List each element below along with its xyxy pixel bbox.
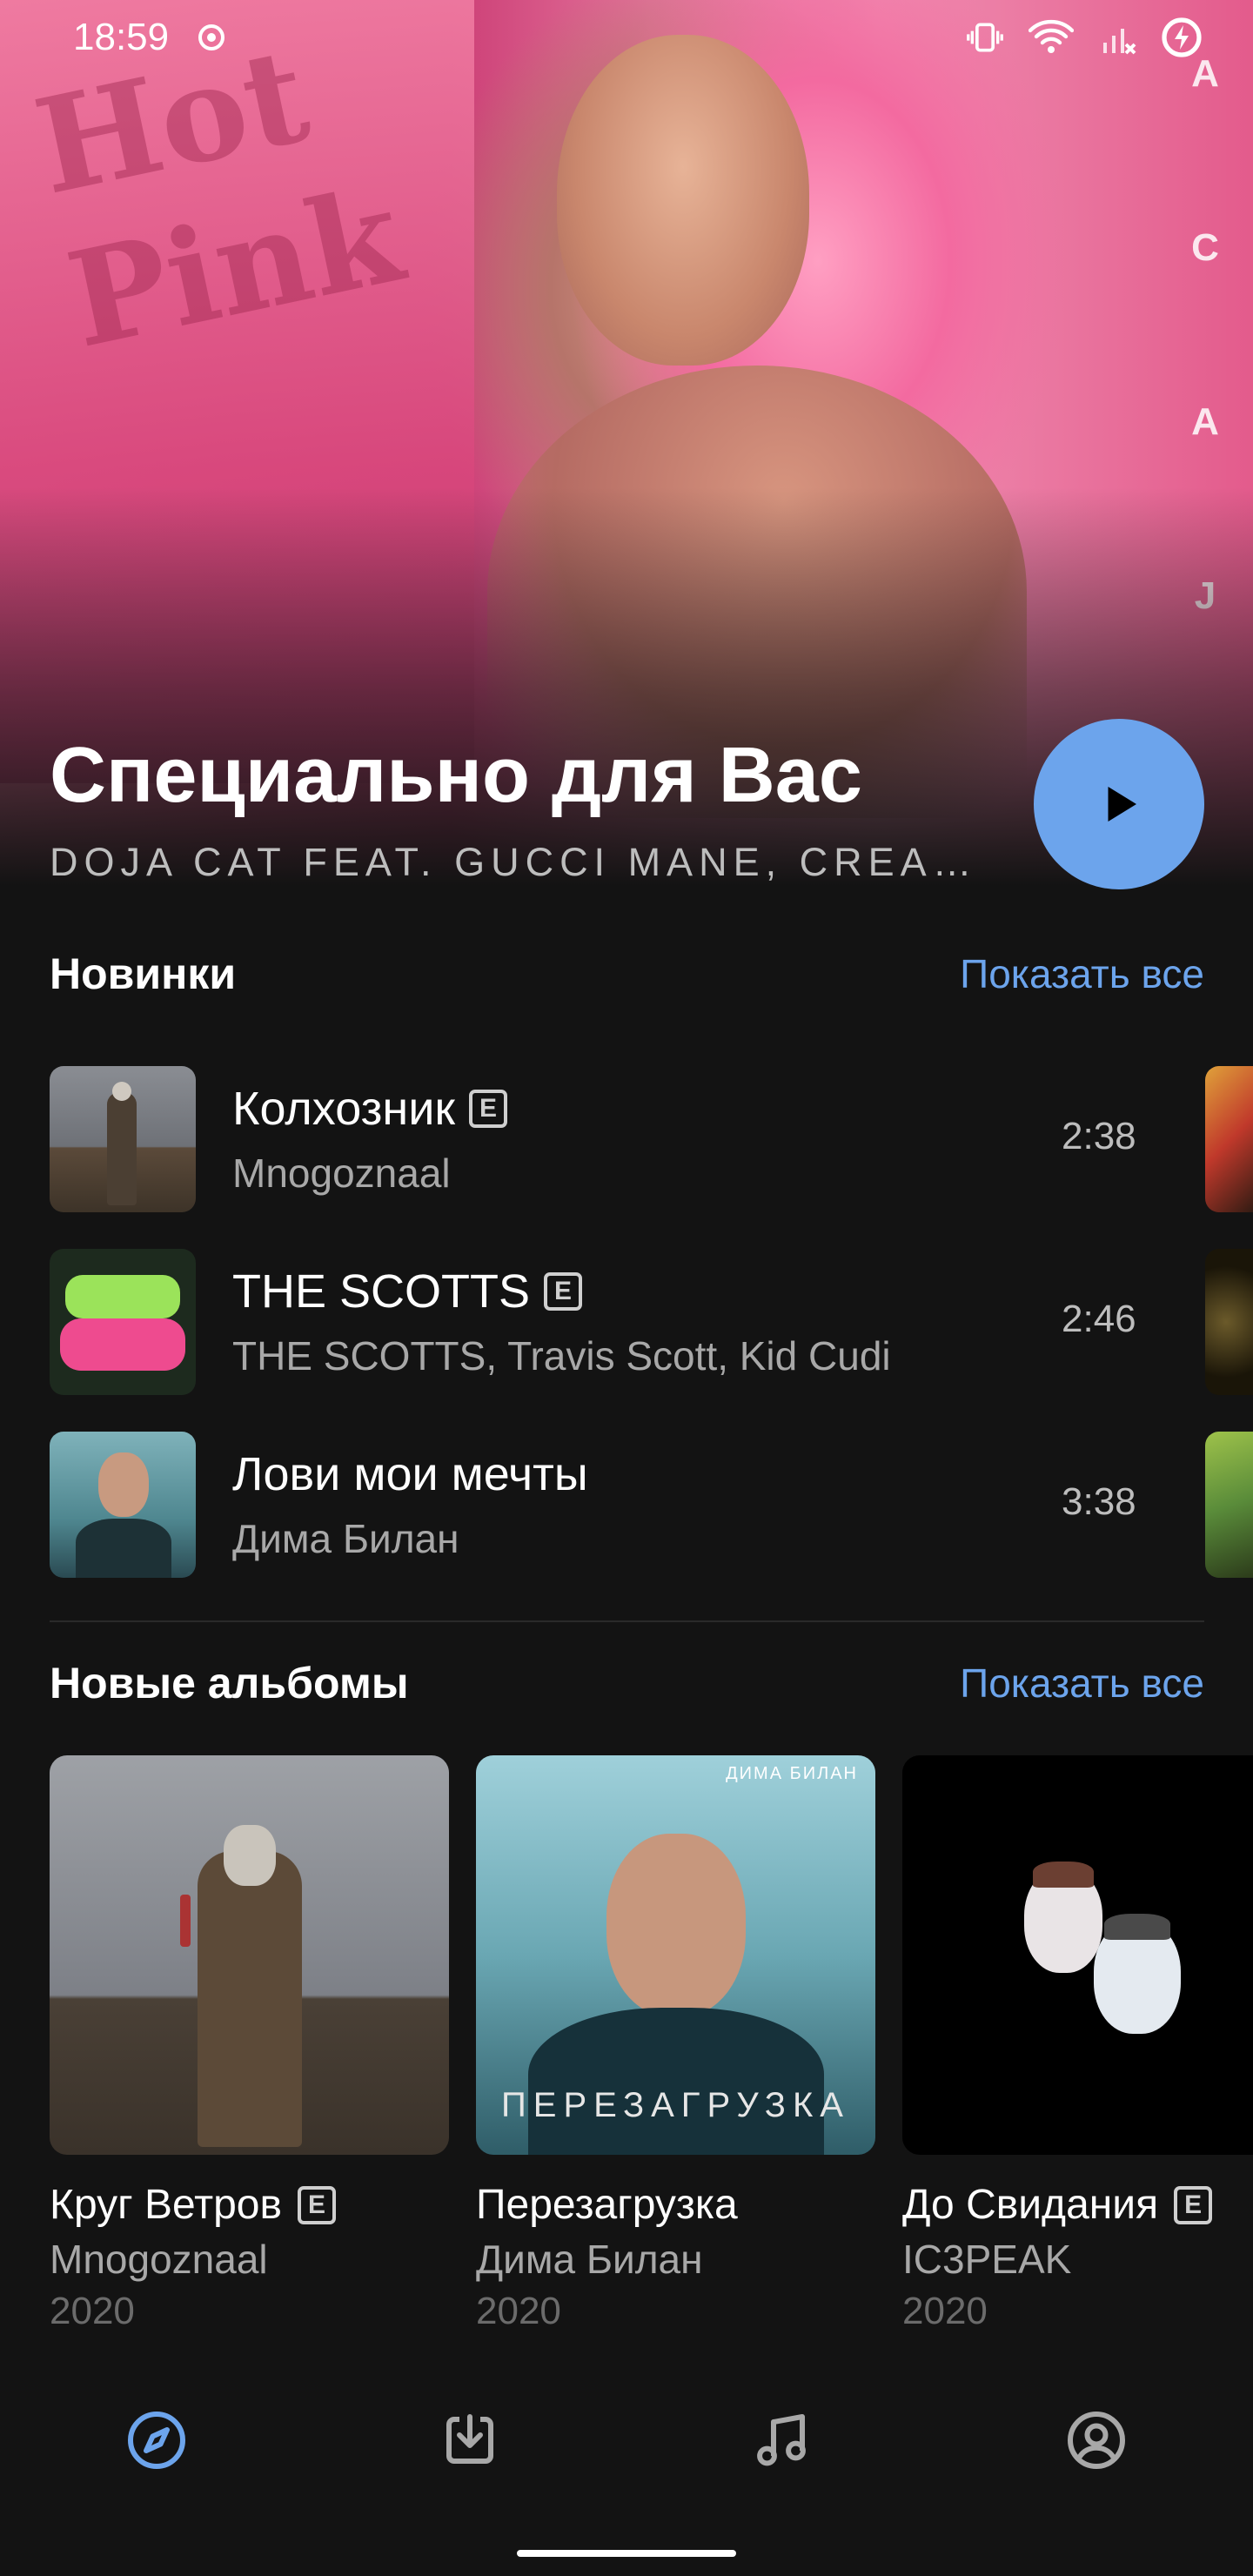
album-cover-text: ПЕРЕЗАГРУЗКА [501, 2086, 850, 2124]
signal-icon [1103, 29, 1136, 55]
track-title: Колхозник E [232, 1082, 507, 1136]
nav-music[interactable] [747, 2405, 816, 2475]
section-divider [50, 1620, 1204, 1622]
new-tracks-show-all-link[interactable]: Показать все [960, 950, 1204, 997]
album-card[interactable]: ПЕРЕЗАГРУЗКА ДИМА БИЛАН Перезагрузка Дим… [476, 1755, 875, 2333]
album-year: 2020 [476, 2290, 561, 2332]
album-year: 2020 [902, 2290, 988, 2332]
nav-explore[interactable] [122, 2405, 191, 2475]
new-tracks-header: Новинки Показать все [50, 949, 1204, 999]
status-bar: 18:59 [0, 0, 1253, 75]
album-card[interactable]: Круг Ветров Круг Ветров E Mnogoznaal 202… [50, 1755, 449, 2333]
track-row[interactable]: THE SCOTTS E THE SCOTTS, Travis Scott, K… [50, 1249, 1253, 1432]
track-artist: THE SCOTTS, Travis Scott, Kid Cudi [232, 1333, 891, 1379]
album-artist: IC3PEAK [902, 2237, 1072, 2282]
explicit-icon: E [1174, 2185, 1213, 2224]
nav-profile[interactable] [1062, 2405, 1131, 2475]
new-albums-title: Новые альбомы [50, 1659, 409, 1707]
new-tracks-title: Новинки [50, 949, 237, 998]
music-note-icon [757, 2414, 806, 2466]
explicit-icon: E [469, 1090, 507, 1128]
album-cover [50, 1755, 449, 2155]
album-carousel: Круг Ветров Круг Ветров E Mnogoznaal 202… [50, 1755, 1253, 2365]
play-button[interactable] [1034, 719, 1204, 889]
album-title: Перезагрузка [476, 2182, 738, 2228]
hero-title: Специально для Вас [50, 732, 862, 819]
bottom-nav [0, 2376, 1253, 2515]
album-cover-artist: ДИМА БИЛАН [726, 1764, 858, 1783]
vibrate-icon [967, 23, 1003, 52]
cover-face [557, 35, 809, 366]
album-year: 2020 [50, 2290, 135, 2332]
next-column-cover [1205, 1249, 1253, 1395]
wifi-icon [1029, 19, 1074, 53]
cover-letter: A [1191, 400, 1219, 443]
battery-saver-icon [1162, 17, 1202, 57]
track-title: Лови мои мечты [232, 1448, 588, 1500]
album-cover: ПЕРЕЗАГРУЗКА ДИМА БИЛАН [476, 1755, 875, 2155]
album-title: Круг Ветров Круг Ветров E [50, 2181, 449, 2229]
new-albums-header: Новые альбомы Показать все [50, 1658, 1204, 1708]
track-title: THE SCOTTS E [232, 1265, 583, 1318]
cover-letter: C [1191, 226, 1219, 269]
track-duration: 3:38 [1062, 1480, 1136, 1523]
album-cover [902, 1755, 1253, 2155]
explicit-icon: E [297, 2185, 336, 2224]
track-cover [50, 1066, 196, 1212]
play-icon [1108, 787, 1136, 822]
track-cover [50, 1432, 196, 1578]
new-albums-show-all-link[interactable]: Показать все [960, 1660, 1204, 1707]
track-cover [50, 1249, 196, 1395]
hero-subtitle: DOJA CAT FEAT. GUCCI MANE, CREA… [50, 840, 972, 884]
album-artist: Дима Билан [476, 2237, 703, 2282]
album-card[interactable]: До Свидания E IC3PEAK 2020 [902, 1755, 1253, 2333]
status-time: 18:59 [73, 16, 170, 58]
download-icon [446, 2414, 493, 2464]
track-duration: 2:38 [1062, 1115, 1136, 1157]
compass-icon [128, 2412, 185, 2469]
home-indicator[interactable] [517, 2550, 736, 2557]
explicit-icon: E [544, 1272, 583, 1311]
track-list: Колхозник E Mnogoznaal 2:38 THE SCOTTS E… [50, 1066, 1253, 1614]
album-artist: Mnogoznaal [50, 2237, 268, 2282]
track-duration: 2:46 [1062, 1298, 1136, 1340]
profile-icon [1068, 2412, 1125, 2469]
track-row[interactable]: Колхозник E Mnogoznaal 2:38 [50, 1066, 1253, 1249]
record-icon [198, 24, 225, 50]
album-title: До Свидания E [902, 2181, 1253, 2229]
next-column-cover [1205, 1066, 1253, 1212]
track-row[interactable]: Лови мои мечты Дима Билан 3:38 [50, 1432, 1253, 1614]
next-column-cover [1205, 1432, 1253, 1578]
nav-downloads[interactable] [435, 2405, 505, 2475]
track-artist: Mnogoznaal [232, 1150, 451, 1196]
track-artist: Дима Билан [232, 1516, 459, 1561]
